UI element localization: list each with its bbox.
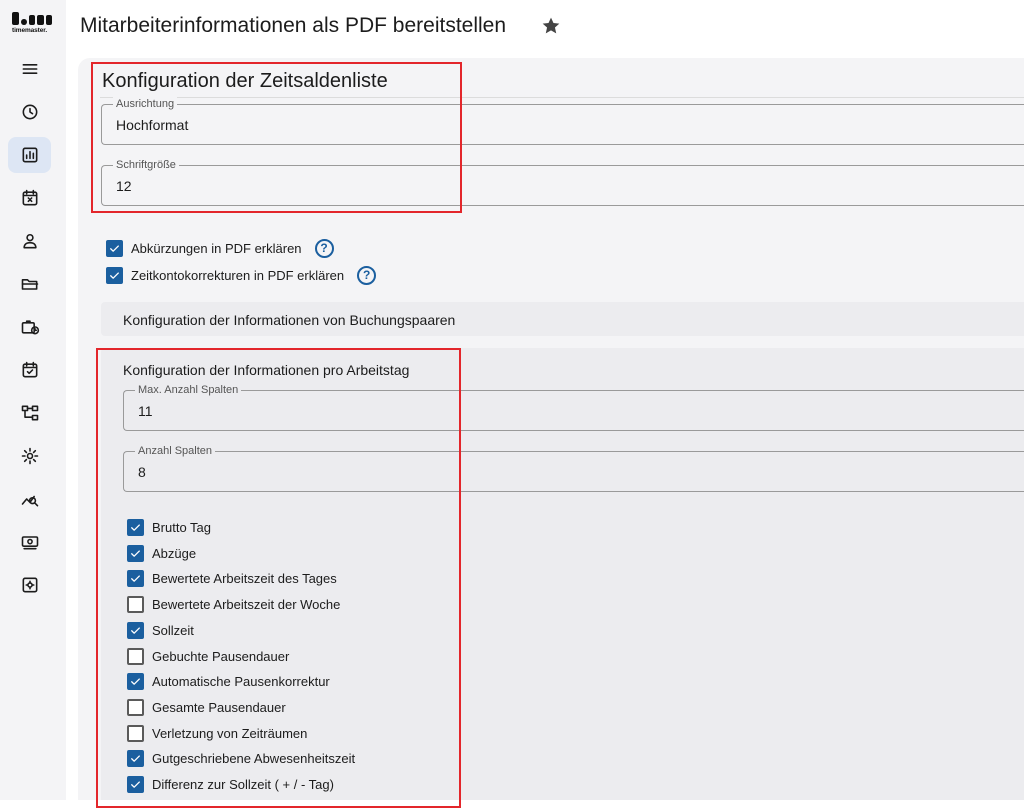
checkbox-label: Sollzeit [152, 622, 194, 638]
workday-option: Brutto Tag [127, 517, 211, 537]
option-abbreviations: Abkürzungen in PDF erklären ? [106, 238, 334, 258]
calendar-check-icon [22, 361, 37, 378]
nav-projects[interactable] [8, 309, 51, 345]
orientation-label: Ausrichtung [113, 97, 178, 111]
user-icon [22, 233, 37, 249]
checkbox-label: Abzüge [152, 545, 197, 561]
fontsize-label: Schriftgröße [113, 158, 179, 172]
title-divider [100, 97, 1024, 98]
checkbox[interactable] [106, 266, 123, 284]
checkbox-label: Gutgeschriebene Abwesenheitszeit [152, 750, 356, 766]
workday-option: Gebuchte Pausendauer [127, 646, 289, 666]
nav-organization[interactable] [8, 395, 51, 431]
checkbox-label: Verletzung von Zeiträumen [152, 725, 308, 741]
fontsize-field[interactable]: Schriftgröße 12 [101, 158, 1024, 206]
calendar-x-icon [22, 189, 37, 206]
page-title: Mitarbeiterinformationen als PDF bereits… [80, 14, 507, 37]
nav-time-tracking[interactable] [8, 94, 51, 130]
orientation-value: Hochformat [116, 117, 189, 133]
nav-analytics[interactable] [8, 481, 51, 517]
checkbox[interactable] [106, 239, 123, 257]
sidebar: timemaster. [0, 0, 66, 800]
nav-settings[interactable] [8, 438, 51, 474]
booking-pairs-title: Konfiguration der Informationen von Buch… [123, 312, 456, 328]
workday-title: Konfiguration der Informationen pro Arbe… [123, 362, 410, 378]
columns-label: Anzahl Spalten [135, 444, 215, 458]
columns-value: 8 [138, 464, 146, 480]
config-title: Konfiguration der Zeitsaldenliste [102, 70, 388, 92]
nav-administration[interactable] [8, 567, 51, 603]
menu-button[interactable] [8, 51, 51, 87]
workday-option: Gutgeschriebene Abwesenheitszeit [127, 748, 355, 768]
checkbox[interactable] [127, 595, 144, 613]
help-icon[interactable]: ? [357, 265, 377, 285]
max-columns-value: 11 [138, 403, 153, 419]
checkbox[interactable] [127, 724, 144, 742]
menu-icon [22, 64, 37, 74]
option-account-corrections: Zeitkontokorrekturen in PDF erklären ? [106, 265, 377, 285]
checkbox[interactable] [127, 544, 144, 562]
booking-pairs-section[interactable]: Konfiguration der Informationen von Buch… [101, 302, 1024, 336]
checkbox-label: Bewertete Arbeitszeit der Woche [152, 596, 341, 612]
checkbox[interactable] [127, 621, 144, 639]
workday-option: Automatische Pausenkorrektur [127, 671, 330, 691]
checkbox-label: Gebuchte Pausendauer [152, 648, 290, 664]
workday-option: Bewertete Arbeitszeit des Tages [127, 568, 337, 588]
workday-option: Differenz zur Sollzeit ( + / - Tag) [127, 774, 334, 794]
max-columns-label: Max. Anzahl Spalten [135, 383, 242, 397]
settings-box-icon [22, 577, 37, 593]
folder-icon [21, 279, 38, 290]
max-columns-field[interactable]: Max. Anzahl Spalten 11 [123, 383, 1024, 431]
nav-absences[interactable] [8, 180, 51, 216]
checkbox[interactable] [127, 518, 144, 536]
nav-payroll[interactable] [8, 524, 51, 560]
checkbox[interactable] [127, 672, 144, 690]
checkbox[interactable] [127, 647, 144, 665]
columns-field[interactable]: Anzahl Spalten 8 [123, 444, 1024, 492]
workday-option: Verletzung von Zeiträumen [127, 723, 307, 743]
gear-icon [21, 447, 38, 465]
checkbox-label: Brutto Tag [152, 519, 212, 535]
hierarchy-icon [21, 405, 38, 421]
checkbox-label: Differenz zur Sollzeit ( + / - Tag) [152, 776, 334, 792]
checkbox[interactable] [127, 569, 144, 587]
workday-option: Gesamte Pausendauer [127, 697, 286, 717]
clock-icon [22, 104, 37, 120]
workday-option: Bewertete Arbeitszeit der Woche [127, 594, 340, 614]
workday-option: Sollzeit [127, 620, 194, 640]
nav-planning[interactable] [8, 352, 51, 388]
checkbox-label: Bewertete Arbeitszeit des Tages [152, 570, 337, 586]
nav-employees[interactable] [8, 223, 51, 259]
checkbox[interactable] [127, 749, 144, 767]
logo-text: timemaster. [12, 27, 48, 34]
timemaster-logo: timemaster. [12, 12, 53, 40]
checkbox-label: Zeitkontokorrekturen in PDF erklären [131, 267, 345, 283]
nav-documents[interactable] [8, 266, 51, 302]
favorite-star-icon[interactable] [540, 15, 562, 37]
workday-option: Abzüge [127, 543, 196, 563]
checkbox[interactable] [127, 775, 144, 793]
money-icon [21, 536, 38, 550]
nav-reports[interactable] [8, 137, 51, 173]
help-icon[interactable]: ? [314, 238, 334, 258]
checkbox-label: Abkürzungen in PDF erklären [131, 240, 302, 256]
fontsize-value: 12 [116, 178, 132, 194]
orientation-field[interactable]: Ausrichtung Hochformat [101, 97, 1024, 145]
checkbox-label: Gesamte Pausendauer [152, 699, 286, 715]
analytics-icon [21, 495, 38, 507]
report-icon [22, 147, 37, 163]
checkbox[interactable] [127, 698, 144, 716]
briefcase-clock-icon [21, 320, 39, 335]
checkbox-label: Automatische Pausenkorrektur [152, 673, 330, 689]
